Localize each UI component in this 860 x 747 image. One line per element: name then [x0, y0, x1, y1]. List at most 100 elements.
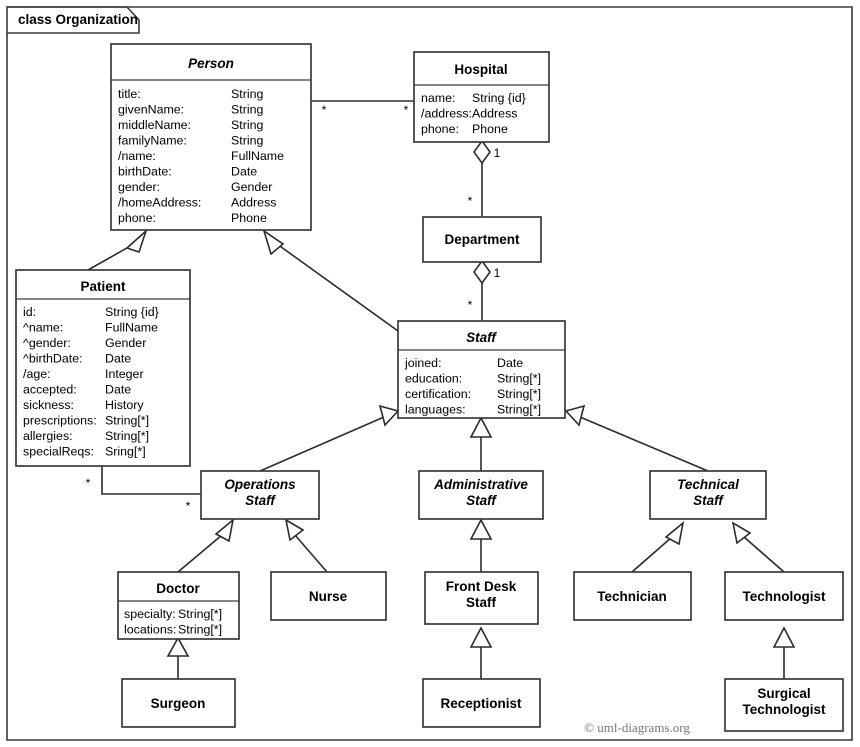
- class-name-receptionist: Receptionist: [440, 696, 522, 711]
- uml-class-diagram: class Organization * * 1 * 1 * * * Perso…: [0, 0, 860, 747]
- connector-frontdesk-administrative[interactable]: [469, 518, 493, 572]
- attr-name: middleName:: [118, 118, 191, 132]
- connector-doctor-operations[interactable]: [177, 517, 235, 573]
- attr-type: Sring[*]: [105, 445, 146, 459]
- attr-name: prescriptions:: [23, 414, 97, 428]
- class-box-technologist[interactable]: Technologist: [724, 571, 844, 621]
- mult-patient-end: *: [86, 476, 91, 490]
- connector-administrative-staff[interactable]: [469, 416, 493, 471]
- attr-name: name:: [421, 91, 455, 105]
- connector-technician-technical[interactable]: [631, 520, 685, 573]
- class-box-department[interactable]: Department: [422, 216, 542, 263]
- attr-name: /homeAddress:: [118, 196, 201, 210]
- class-name-person: Person: [188, 56, 234, 71]
- attr-name: education:: [405, 372, 462, 386]
- class-box-front-desk-staff[interactable]: Front Desk Staff: [424, 571, 539, 625]
- generalization-arrow-operations: [378, 404, 400, 427]
- class-box-nurse[interactable]: Nurse: [270, 571, 387, 621]
- class-box-patient[interactable]: Patient id: String {id} ^name: FullName …: [15, 269, 191, 467]
- connector-nurse-operations[interactable]: [284, 518, 328, 573]
- attr-type: String {id}: [472, 91, 526, 105]
- class-name-patient: Patient: [80, 279, 126, 294]
- attr-name: phone:: [421, 122, 459, 136]
- class-name-hospital: Hospital: [454, 62, 507, 77]
- mult-person-end: *: [322, 103, 327, 117]
- attr-type: Date: [105, 383, 131, 397]
- attr-type: String[*]: [497, 403, 541, 417]
- aggregation-diamond-department: [473, 259, 491, 285]
- connector-staff-person[interactable]: [262, 229, 399, 332]
- class-box-doctor[interactable]: Doctor specialty: String[*] locations: S…: [117, 571, 240, 640]
- generalization-arrow-patient: [125, 228, 148, 254]
- generalization-arrow-surgical-technologist: [772, 626, 796, 648]
- class-name-department: Department: [444, 232, 520, 247]
- connector-person-hospital[interactable]: * *: [311, 100, 414, 117]
- connector-technologist-technical[interactable]: [731, 521, 785, 573]
- attr-name: givenName:: [118, 103, 184, 117]
- connector-receptionist-frontdesk[interactable]: [469, 626, 493, 679]
- attr-type: Phone: [472, 122, 508, 136]
- attr-name: /address:: [421, 107, 472, 121]
- connector-surgical-technologist[interactable]: [772, 626, 796, 679]
- class-name-doctor: Doctor: [156, 581, 200, 596]
- generalization-arrow-frontdesk: [469, 518, 493, 540]
- aggregation-diamond-hospital: [473, 139, 491, 165]
- generalization-arrow-administrative: [469, 416, 493, 438]
- class-box-receptionist[interactable]: Receptionist: [422, 678, 541, 728]
- generalization-arrow-nurse: [284, 518, 305, 542]
- class-box-technical-staff[interactable]: Technical Staff: [649, 470, 767, 520]
- connector-patient-person[interactable]: [87, 228, 148, 271]
- mult-department-bottom-end: 1: [494, 266, 501, 280]
- copyright-notice: © uml-diagrams.org: [584, 720, 690, 735]
- attr-name: id:: [23, 305, 36, 319]
- connector-patient-operations[interactable]: * *: [86, 466, 201, 513]
- attr-name: /name:: [118, 149, 156, 163]
- class-box-administrative-staff[interactable]: Administrative Staff: [418, 470, 544, 520]
- attr-name: ^birthDate:: [23, 352, 83, 366]
- attr-name: accepted:: [23, 383, 77, 397]
- frame-label: class Organization: [18, 12, 138, 27]
- attr-type: String: [231, 103, 263, 117]
- attr-name: specialty:: [124, 607, 176, 621]
- attr-type: FullName: [105, 321, 158, 335]
- class-name-surgeon: Surgeon: [151, 696, 206, 711]
- class-box-surgical-technologist[interactable]: Surgical Technologist: [724, 678, 844, 732]
- class-name-nurse: Nurse: [309, 589, 348, 604]
- class-name-administrative-staff-line1: Administrative: [433, 477, 528, 492]
- class-box-hospital[interactable]: Hospital name: String {id} /address: Add…: [413, 51, 550, 143]
- attr-type: String[*]: [178, 607, 222, 621]
- class-name-technician: Technician: [597, 589, 667, 604]
- attr-name: title:: [118, 87, 141, 101]
- attr-type: Phone: [231, 211, 267, 225]
- attr-name: languages:: [405, 403, 466, 417]
- attr-type: String[*]: [497, 372, 541, 386]
- class-box-technician[interactable]: Technician: [573, 571, 692, 621]
- attr-type: Address: [231, 196, 276, 210]
- class-box-staff[interactable]: Staff joined: Date education: String[*] …: [397, 320, 566, 419]
- attr-type: String: [231, 87, 263, 101]
- class-box-operations-staff[interactable]: Operations Staff: [200, 470, 320, 520]
- attr-type: Integer: [105, 367, 144, 381]
- attr-name: specialReqs:: [23, 445, 94, 459]
- attr-type: Gender: [105, 336, 146, 350]
- class-name-technical-staff-line1: Technical: [677, 477, 739, 492]
- attr-name: ^name:: [23, 321, 63, 335]
- attr-name: locations:: [124, 623, 176, 637]
- attr-name: familyName:: [118, 134, 187, 148]
- class-name-technical-staff-line2: Staff: [693, 493, 724, 508]
- attr-name: sickness:: [23, 398, 74, 412]
- connector-technical-staff[interactable]: [564, 404, 709, 472]
- attr-name: birthDate:: [118, 165, 172, 179]
- attr-name: joined:: [404, 356, 442, 370]
- connector-hospital-department[interactable]: 1 *: [468, 139, 501, 217]
- class-box-person[interactable]: Person title: String givenName: String m…: [110, 43, 312, 231]
- attr-type: String {id}: [105, 305, 159, 319]
- class-box-surgeon[interactable]: Surgeon: [121, 678, 236, 728]
- connector-department-staff[interactable]: 1 *: [468, 259, 501, 321]
- connector-surgeon-doctor[interactable]: [166, 636, 190, 679]
- connector-operations-staff[interactable]: [259, 404, 400, 472]
- generalization-arrow-surgeon: [166, 636, 190, 657]
- attr-type: Date: [105, 352, 131, 366]
- class-name-technologist: Technologist: [743, 589, 827, 604]
- attr-type: String: [231, 118, 263, 132]
